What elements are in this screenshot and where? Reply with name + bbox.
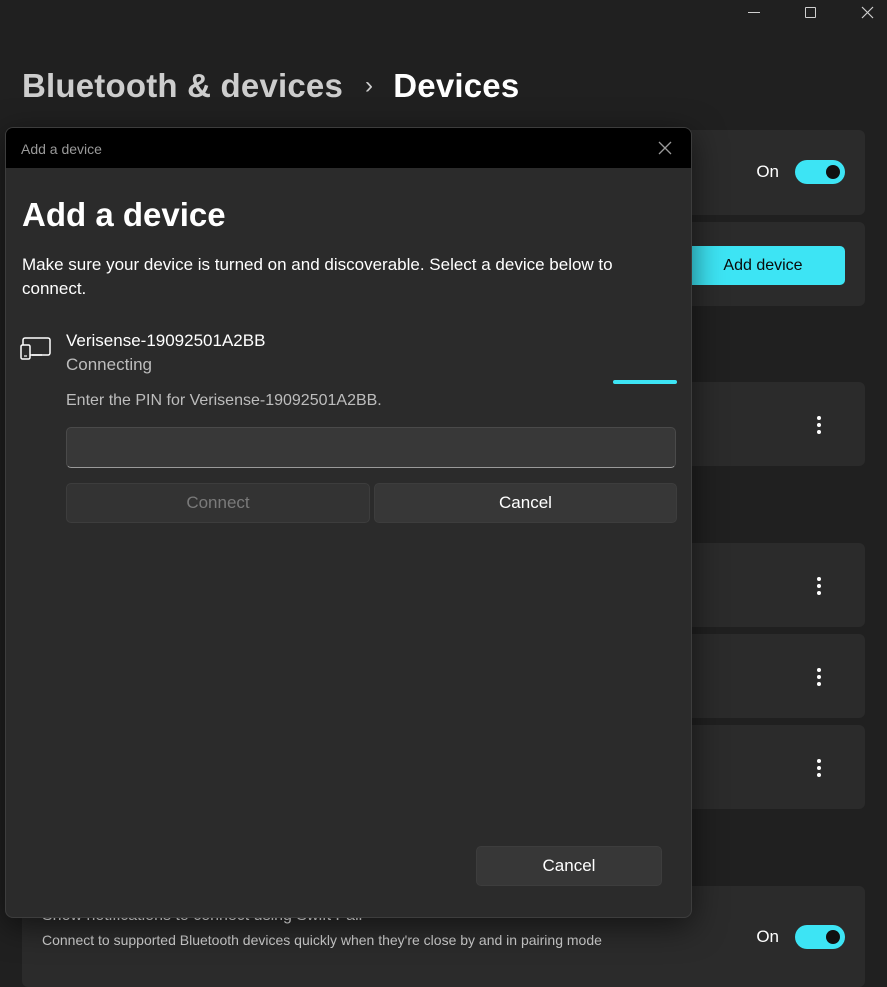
breadcrumb-parent[interactable]: Bluetooth & devices: [22, 67, 343, 105]
more-options-icon[interactable]: [805, 754, 833, 782]
close-icon: [861, 6, 873, 18]
maximize-button[interactable]: [785, 0, 835, 24]
dialog-description: Make sure your device is turned on and d…: [22, 255, 613, 298]
add-device-button[interactable]: Add device: [681, 246, 845, 285]
swift-pair-toggle-label: On: [756, 927, 779, 946]
dialog-caption: Add a device: [21, 141, 102, 157]
minimize-button[interactable]: [729, 0, 779, 24]
toggle-knob: [826, 165, 840, 179]
breadcrumb: Bluetooth & devices › Devices: [22, 66, 519, 106]
add-device-dialog: Add a device Add a device Make sure your…: [5, 127, 692, 918]
more-options-icon[interactable]: [805, 663, 833, 691]
more-options-icon[interactable]: [805, 572, 833, 600]
connect-button[interactable]: Connect: [66, 483, 370, 523]
cancel-button[interactable]: Cancel: [476, 846, 662, 886]
bluetooth-toggle-row: On: [756, 160, 845, 184]
bluetooth-toggle[interactable]: [795, 160, 845, 184]
pin-input[interactable]: [66, 427, 676, 468]
dialog-close-button[interactable]: [655, 138, 675, 158]
swift-pair-toggle[interactable]: [795, 925, 845, 949]
chevron-right-icon: ›: [365, 72, 374, 99]
settings-window: Bluetooth & devices › Devices On Add dev…: [0, 0, 887, 987]
close-icon: [658, 141, 672, 155]
maximize-icon: [804, 6, 816, 18]
dialog-heading: Add a device: [22, 196, 226, 233]
minimize-icon: [748, 11, 760, 13]
bluetooth-toggle-label: On: [756, 162, 779, 181]
cancel-pin-button[interactable]: Cancel: [374, 483, 677, 523]
device-pair-icon: [20, 337, 51, 360]
device-name[interactable]: Verisense-19092501A2BB: [66, 331, 265, 351]
swift-pair-toggle-row: On: [756, 925, 845, 949]
more-options-icon[interactable]: [805, 411, 833, 439]
device-status: Connecting: [66, 355, 153, 374]
swift-pair-description: Connect to supported Bluetooth devices q…: [42, 932, 602, 948]
dialog-titlebar: Add a device: [6, 128, 691, 168]
connecting-progress-bar: [613, 380, 677, 384]
page-title: Devices: [393, 67, 520, 104]
pin-prompt: Enter the PIN for Verisense-19092501A2BB…: [66, 392, 382, 409]
toggle-knob: [826, 930, 840, 944]
close-window-button[interactable]: [842, 0, 887, 24]
